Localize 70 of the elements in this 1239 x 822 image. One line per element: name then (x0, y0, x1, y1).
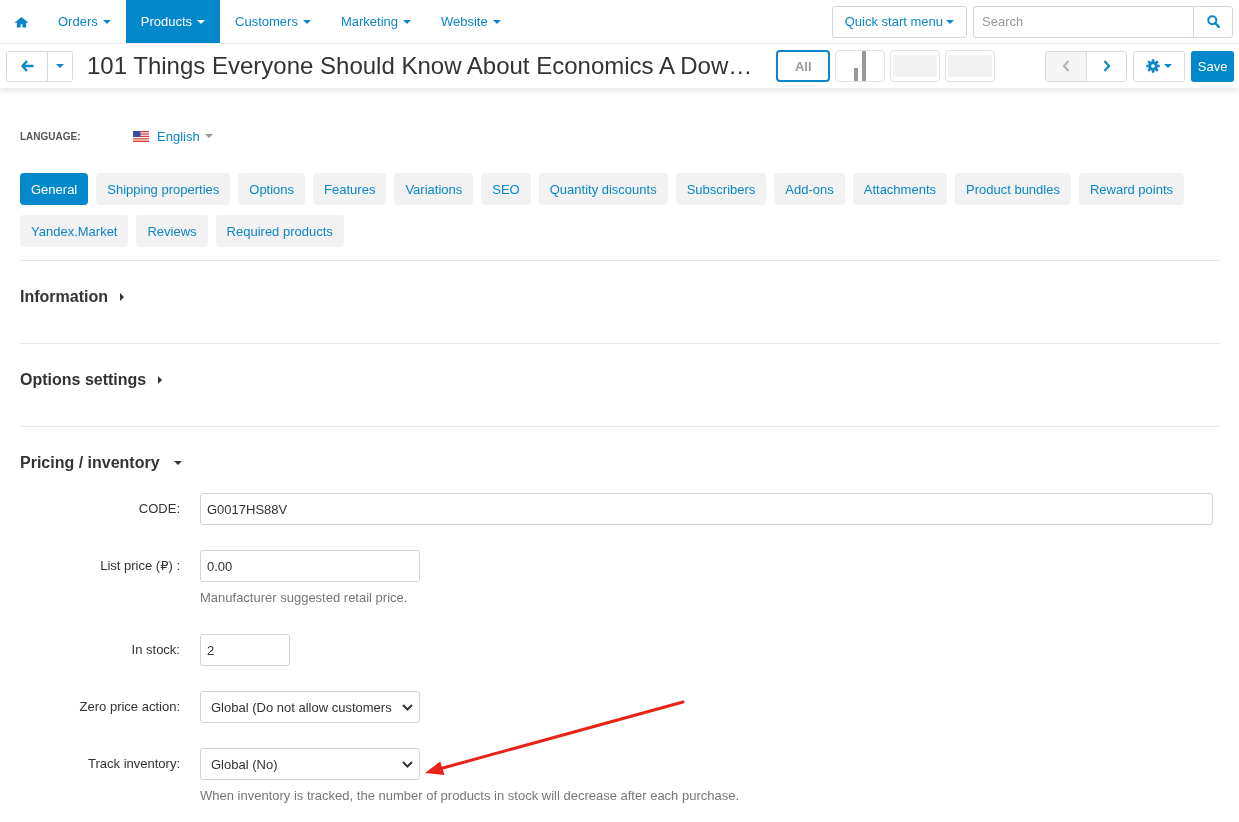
language-dropdown[interactable]: English (133, 128, 213, 144)
tab[interactable]: Add-ons (774, 173, 845, 205)
tab[interactable]: Variations (394, 173, 474, 205)
help-text: When inventory is tracked, the number of products in stock will decrease after each purchase. (200, 787, 740, 804)
text-input[interactable]: 2 (200, 634, 290, 666)
help-text: Manufacturer suggested retail price. (200, 589, 408, 606)
field-label: CODE: (138, 500, 180, 518)
arrow-left-icon (20, 60, 34, 72)
chevron-down-icon (402, 703, 413, 711)
tab[interactable]: Attachments (852, 173, 947, 205)
field-label: Zero price action: (79, 698, 180, 716)
caret-icon (492, 19, 501, 24)
nav-menu-item[interactable]: Customers (220, 0, 326, 43)
all-images-button[interactable]: All (776, 50, 831, 82)
quick-start-menu-button[interactable]: Quick start menu (831, 5, 967, 38)
settings-dropdown-button[interactable] (1134, 51, 1185, 81)
field-label: List price (₽) : (100, 557, 180, 575)
tab[interactable]: Features (313, 173, 387, 205)
dropdown-select[interactable]: Global (No) (200, 748, 420, 780)
image-thumbnail[interactable] (890, 50, 941, 82)
bar-chart-icon (854, 51, 867, 81)
photo-placeholder (948, 55, 993, 77)
caret-icon (946, 19, 954, 24)
text-input[interactable]: G0017HS88V (200, 493, 1213, 525)
caret-icon (302, 19, 311, 24)
tab[interactable]: Required products (215, 215, 344, 247)
field-label: Track inventory: (88, 755, 180, 773)
nav-menu-item[interactable]: Marketing (325, 0, 426, 43)
caret-icon (1164, 64, 1173, 68)
save-button[interactable]: Save (1191, 50, 1234, 82)
chevron-left-icon (1062, 60, 1071, 72)
history-dropdown-button[interactable] (47, 51, 72, 81)
tab[interactable]: Options (238, 173, 306, 205)
chevron-down-icon (402, 760, 413, 768)
tab[interactable]: Yandex.Market (20, 215, 129, 247)
next-button[interactable] (1086, 51, 1127, 81)
nav-menu-item[interactable]: Products (125, 0, 221, 43)
text-input[interactable]: 0.00 (200, 550, 420, 582)
language-label: LANGUAGE: (20, 130, 82, 142)
section-heading[interactable]: Options settings (20, 370, 163, 390)
tab[interactable]: General (20, 173, 89, 205)
nav-menu-item[interactable]: Orders (43, 0, 126, 43)
flag-icon (133, 130, 149, 142)
caret-icon (403, 19, 411, 24)
tab[interactable]: Product bundles (955, 173, 1071, 205)
tab[interactable]: Reviews (136, 215, 208, 247)
settings-icon (1146, 59, 1161, 73)
search-icon (1206, 15, 1220, 28)
page-title: 101 Things Everyone Should Know About Economics A Dow… (87, 51, 753, 81)
chevron-right-icon (1102, 60, 1111, 72)
home-icon (15, 15, 28, 28)
tab[interactable]: Reward points (1078, 173, 1185, 205)
caret-icon (204, 134, 213, 138)
nav-menu-item[interactable]: Website (426, 0, 516, 43)
tab[interactable]: Shipping properties (96, 173, 231, 205)
image-thumbnail[interactable] (835, 50, 886, 82)
section-heading[interactable]: Information (20, 287, 124, 307)
field-label: In stock: (131, 641, 180, 659)
search-button[interactable] (1193, 5, 1233, 38)
caret-icon (197, 19, 206, 24)
tab[interactable]: SEO (481, 173, 531, 205)
caret-icon (102, 19, 111, 24)
tab[interactable]: Quantity discounts (538, 173, 668, 205)
search-field[interactable]: Search (973, 5, 1193, 38)
tab[interactable]: Subscribers (675, 173, 767, 205)
section-heading[interactable]: Pricing / inventory (20, 453, 182, 473)
dropdown-select[interactable]: Global (Do not allow customers (200, 691, 420, 723)
photo-placeholder (893, 55, 938, 77)
caret-icon (56, 64, 64, 68)
image-thumbnail[interactable] (945, 50, 996, 82)
